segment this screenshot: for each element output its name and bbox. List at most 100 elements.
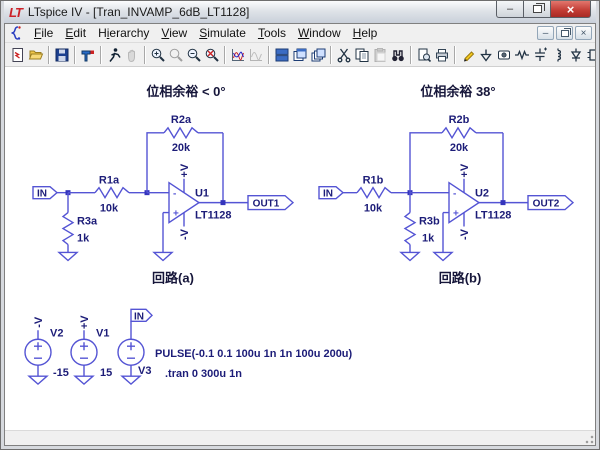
zoom-full-extents-icon[interactable] <box>203 45 221 65</box>
schematic-doc-icon <box>8 25 24 41</box>
svg-text:R2a: R2a <box>171 114 192 126</box>
open-file-icon[interactable] <box>27 45 45 65</box>
place-component-icon[interactable] <box>585 45 595 65</box>
net-flag-out1[interactable]: OUT1 <box>248 196 293 210</box>
resistor-R2a[interactable]: R2a 20k <box>147 114 223 203</box>
svg-text:20k: 20k <box>450 142 469 154</box>
place-inductor-icon[interactable] <box>549 45 567 65</box>
copy-icon[interactable] <box>353 45 371 65</box>
autorange-y-axis-icon[interactable] <box>229 45 247 65</box>
tile-windows-icon[interactable] <box>273 45 291 65</box>
circuit-b: 位相余裕 38° 回路(b) IN R1b 10k <box>319 84 573 285</box>
print-preview-icon[interactable] <box>415 45 433 65</box>
pulse-directive[interactable]: PULSE(-0.1 0.1 100u 1n 1n 100u 200u) <box>155 348 353 360</box>
menu-help[interactable]: Help <box>347 24 384 42</box>
mdi-restore-button[interactable] <box>556 26 573 40</box>
ground-symbol[interactable] <box>75 376 93 384</box>
find-icon[interactable] <box>389 45 407 65</box>
place-resistor-icon[interactable] <box>513 45 531 65</box>
menu-hierarchy[interactable]: Hierarchy <box>92 24 155 42</box>
svg-text:R2b: R2b <box>449 114 470 126</box>
opamp-name: U1 <box>195 188 209 200</box>
opamp-model: LT1128 <box>475 210 511 222</box>
svg-text:10k: 10k <box>364 203 383 215</box>
toolbar-separator <box>74 46 76 64</box>
svg-text:1k: 1k <box>77 233 90 245</box>
opamp-model: LT1128 <box>195 210 231 222</box>
ground-symbol[interactable] <box>29 376 47 384</box>
vsource-V2[interactable]: -V V2 -15 <box>25 316 69 379</box>
vsource-V3[interactable]: IN V3 <box>118 309 152 377</box>
svg-text:IN: IN <box>134 311 144 322</box>
cascade-windows-icon[interactable] <box>291 45 309 65</box>
opamp-U1[interactable]: - + U1 LT1128 +V -V <box>147 163 231 240</box>
svg-text:OUT1: OUT1 <box>253 199 280 210</box>
new-schematic-icon[interactable] <box>9 45 27 65</box>
svg-text:-: - <box>173 189 176 200</box>
mdi-close-button[interactable]: × <box>575 26 592 40</box>
draw-wire-icon[interactable] <box>459 45 477 65</box>
print-icon[interactable] <box>433 45 451 65</box>
place-capacitor-icon[interactable] <box>531 45 549 65</box>
svg-text:IN: IN <box>37 189 47 200</box>
label-net-icon[interactable] <box>495 45 513 65</box>
maximize-button[interactable] <box>524 1 551 18</box>
window-controls: – × <box>496 1 591 18</box>
toolbar-separator <box>224 46 226 64</box>
restore-icon <box>533 5 542 13</box>
resistor-R1a[interactable]: R1a 10k <box>68 175 147 215</box>
zoom-in-icon[interactable] <box>149 45 167 65</box>
vplus-flag: +V <box>179 163 191 177</box>
cut-icon[interactable] <box>335 45 353 65</box>
svg-text:IN: IN <box>323 189 333 200</box>
place-diode-icon[interactable] <box>567 45 585 65</box>
paste-icon <box>371 45 389 65</box>
ground-symbol[interactable] <box>59 252 77 260</box>
svg-text:OUT2: OUT2 <box>533 199 560 210</box>
opamp-U2[interactable]: - + U2 LT1128 +V -V <box>410 163 511 240</box>
window-title: LTspice IV - [Tran_INVAMP_6dB_LT1128] <box>28 5 249 19</box>
menu-simulate[interactable]: Simulate <box>193 24 252 42</box>
svg-text:+: + <box>173 209 179 220</box>
toolbar-separator <box>100 46 102 64</box>
arrange-icons-icon[interactable] <box>309 45 327 65</box>
caption-circuit-a: 回路(a) <box>152 270 194 285</box>
minimize-button[interactable]: – <box>496 1 524 18</box>
close-button[interactable]: × <box>551 1 591 18</box>
mdi-minimize-button[interactable]: – <box>537 26 554 40</box>
vminus-flag: -V <box>33 316 45 328</box>
resistor-R3b[interactable]: R3b 1k <box>405 193 440 253</box>
tran-directive[interactable]: .tran 0 300u 1n <box>165 368 242 380</box>
toolbar <box>5 43 595 67</box>
place-ground-icon[interactable] <box>477 45 495 65</box>
vsource-V1[interactable]: +V V1 15 <box>71 315 112 379</box>
net-flag-in-b[interactable]: IN <box>319 187 343 200</box>
run-simulation-icon[interactable] <box>105 45 123 65</box>
vplus-flag: +V <box>459 163 471 177</box>
resize-grip[interactable] <box>582 432 594 444</box>
ground-symbol[interactable] <box>122 376 140 384</box>
menu-view[interactable]: View <box>155 24 193 42</box>
circuit-a: 位相余裕 < 0° 回路(a) IN R1a 10k <box>33 84 293 285</box>
net-flag-in-v3[interactable]: IN <box>131 309 152 322</box>
zoom-out-icon[interactable] <box>185 45 203 65</box>
save-icon[interactable] <box>53 45 71 65</box>
opamp-name: U2 <box>475 188 489 200</box>
menu-window[interactable]: Window <box>292 24 347 42</box>
ground-symbol[interactable] <box>434 252 452 260</box>
menu-tools[interactable]: Tools <box>252 24 292 42</box>
ground-symbol[interactable] <box>401 252 419 260</box>
resistor-R3a[interactable]: R3a 1k <box>63 193 98 253</box>
net-flag-out2[interactable]: OUT2 <box>528 196 573 210</box>
control-panel-icon[interactable] <box>79 45 97 65</box>
toolbar-separator <box>144 46 146 64</box>
svg-text:1k: 1k <box>422 233 435 245</box>
schematic-canvas[interactable]: 位相余裕 < 0° 回路(a) IN R1a 10k <box>5 67 595 430</box>
resistor-R1b[interactable]: R1b 10k <box>343 175 410 215</box>
menu-file[interactable]: File <box>28 24 59 42</box>
net-flag-in-a[interactable]: IN <box>33 187 57 200</box>
title-bar: LT LTspice IV - [Tran_INVAMP_6dB_LT1128]… <box>4 1 596 23</box>
ground-symbol[interactable] <box>154 252 172 260</box>
sources-section: -V V2 -15 +V V1 15 <box>25 309 353 384</box>
menu-edit[interactable]: Edit <box>59 24 92 42</box>
